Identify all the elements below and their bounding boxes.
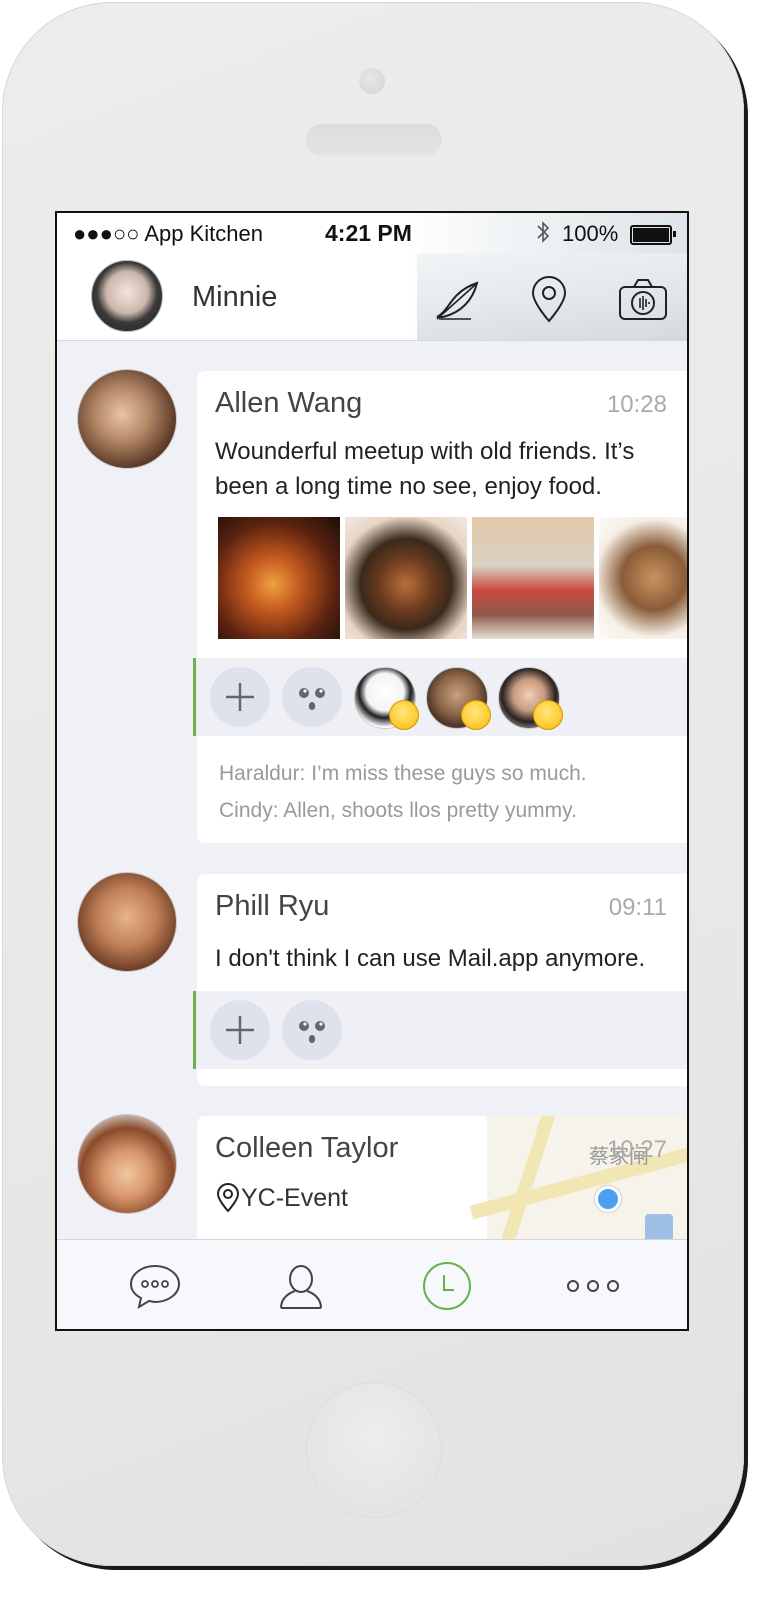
app-screen: ●●●○○ App Kitchen 4:21 PM 100% Minnie Al…: [55, 211, 689, 1331]
heart-eyes-emoji-icon: [461, 700, 491, 730]
compose-feather-icon[interactable]: [431, 273, 483, 325]
sweat-smile-emoji-icon: [389, 700, 419, 730]
clock-icon: [423, 1262, 471, 1310]
tab-chats[interactable]: [127, 1260, 183, 1312]
add-emoji-button[interactable]: [282, 667, 342, 727]
post-author[interactable]: Phill Ryu: [215, 890, 329, 923]
post-card: 蔡家闸 Colleen Taylor 10:27 YC-Event: [197, 1116, 687, 1239]
add-comment-button[interactable]: [210, 667, 270, 727]
earpiece-speaker: [306, 124, 442, 156]
battery-icon: [630, 225, 676, 245]
map-location-dot: [595, 1186, 621, 1212]
location-pin-icon[interactable]: [527, 273, 579, 325]
timeline-feed: Allen Wang 10:28 Wounderful meetup with …: [57, 341, 687, 1239]
post-time: 10:28: [606, 391, 667, 418]
thumbs-up-emoji-icon: [533, 700, 563, 730]
bluetooth-icon: [535, 219, 551, 251]
post-card: Phill Ryu 09:11 I don't think I can use …: [193, 874, 687, 1086]
post-photo[interactable]: [218, 517, 340, 639]
author-avatar[interactable]: [77, 872, 177, 972]
reaction-avatar[interactable]: [426, 667, 491, 730]
post-text: I don't think I can use Mail.app anymore…: [215, 945, 646, 972]
tab-contacts[interactable]: [273, 1260, 329, 1312]
status-bar: ●●●○○ App Kitchen 4:21 PM 100%: [57, 213, 687, 253]
add-emoji-button[interactable]: [282, 1000, 342, 1060]
post-author[interactable]: Allen Wang: [215, 387, 362, 420]
contacts-icon: [280, 1265, 322, 1309]
tab-more[interactable]: [565, 1260, 621, 1312]
more-dots-icon: [567, 1280, 619, 1292]
reaction-bar: [193, 658, 687, 736]
plus-icon: [226, 683, 254, 711]
comment-item[interactable]: Cindy: Allen, shoots llos pretty yummy.: [219, 792, 587, 829]
author-avatar[interactable]: [77, 369, 177, 469]
post-text: Wounderful meetup with old friends. It’s…: [215, 438, 635, 500]
front-camera: [359, 68, 385, 94]
reaction-avatar[interactable]: [354, 667, 419, 730]
camera-icon[interactable]: [617, 273, 669, 325]
reaction-bar: [193, 991, 687, 1069]
post-location[interactable]: YC-Event: [215, 1183, 348, 1213]
chat-bubble-icon: [129, 1264, 181, 1310]
location-label: YC-Event: [241, 1183, 348, 1212]
plus-icon: [226, 1016, 254, 1044]
post-author[interactable]: Colleen Taylor: [215, 1132, 398, 1165]
face-icon: [299, 1021, 325, 1043]
post-time: 10:27: [606, 1136, 667, 1163]
comment-item[interactable]: Haraldur: I’m miss these guys so much.: [219, 755, 587, 792]
location-map[interactable]: 蔡家闸: [469, 1116, 687, 1239]
map-building: [645, 1214, 673, 1239]
battery-percent: 100%: [562, 221, 619, 246]
my-name[interactable]: Minnie: [192, 281, 277, 314]
my-avatar[interactable]: [91, 260, 163, 332]
post-photo[interactable]: [472, 517, 594, 639]
clock-label: 4:21 PM: [325, 220, 412, 246]
carrier-label: ●●●○○ App Kitchen: [73, 221, 263, 246]
photo-strip: [218, 517, 687, 639]
post-card: Allen Wang 10:28 Wounderful meetup with …: [193, 371, 687, 843]
author-avatar[interactable]: [77, 1114, 177, 1214]
comment-list: Haraldur: I’m miss these guys so much. C…: [219, 755, 587, 829]
tab-timeline[interactable]: [419, 1260, 475, 1312]
home-button[interactable]: [306, 1382, 442, 1518]
post-time: 09:11: [608, 894, 667, 921]
header: ●●●○○ App Kitchen 4:21 PM 100% Minnie: [57, 213, 687, 341]
post-photo[interactable]: [599, 517, 687, 639]
add-comment-button[interactable]: [210, 1000, 270, 1060]
location-pin-icon: [216, 1183, 240, 1213]
tab-bar: [57, 1239, 687, 1329]
reaction-avatar[interactable]: [498, 667, 563, 730]
map-road: [492, 1116, 556, 1239]
face-icon: [299, 688, 325, 710]
post-photo[interactable]: [345, 517, 467, 639]
